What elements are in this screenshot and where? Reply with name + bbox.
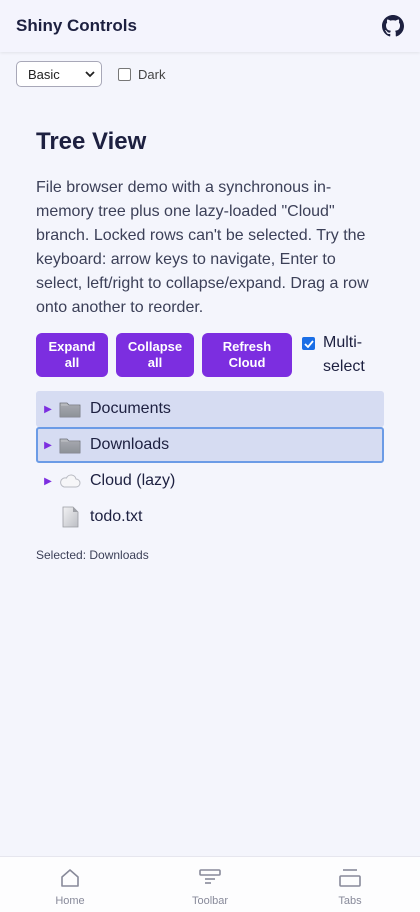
check-icon: [303, 339, 314, 348]
theme-select-value: Basic: [28, 66, 60, 82]
expand-arrow-icon[interactable]: ▶: [38, 404, 58, 415]
chevron-down-icon: [85, 70, 95, 77]
dark-label: Dark: [138, 66, 166, 82]
tree-row-label: Downloads: [90, 436, 170, 453]
nav-tabs-label: Tabs: [338, 895, 362, 907]
bottom-nav: Home Toolbar Tabs: [0, 856, 420, 912]
tree-actions: Expand all Collapse all Refresh Cloud Mu…: [36, 333, 393, 379]
refresh-cloud-button[interactable]: Refresh Cloud: [202, 333, 292, 377]
dark-toggle[interactable]: Dark: [118, 67, 165, 82]
tree-row-documents[interactable]: ▶ Documents: [36, 391, 384, 427]
expand-all-button[interactable]: Expand all: [36, 333, 108, 377]
expand-arrow-icon[interactable]: ▶: [38, 440, 58, 451]
expand-arrow-icon[interactable]: ▶: [38, 476, 58, 487]
app-header: Shiny Controls: [0, 0, 420, 52]
nav-toolbar-label: Toolbar: [191, 895, 229, 907]
page-description: File browser demo with a synchronous in-…: [36, 179, 369, 316]
multi-select-checkbox[interactable]: [302, 337, 315, 350]
multi-select-toggle[interactable]: Multi-select: [302, 333, 393, 379]
tree-row-todo[interactable]: ▶ todo.txt: [36, 499, 384, 535]
tree-view: ▶ Documents ▶ Downloads ▶ Cloud (lazy) ▶…: [36, 391, 384, 535]
page-title: Tree View: [36, 128, 147, 155]
nav-home[interactable]: Home: [0, 857, 140, 912]
tree-row-downloads[interactable]: ▶ Downloads: [36, 427, 384, 463]
nav-tabs[interactable]: Tabs: [280, 857, 420, 912]
main-content: Tree View File browser demo with a synch…: [36, 126, 384, 320]
collapse-all-button[interactable]: Collapse all: [116, 333, 194, 377]
tabs-icon: [339, 867, 361, 889]
theme-controls: Basic Dark: [16, 61, 165, 87]
home-icon: [59, 867, 81, 889]
cloud-icon: [58, 470, 82, 492]
toolbar-icon: [199, 867, 221, 889]
multi-select-label: Multi-select: [323, 334, 365, 375]
github-icon[interactable]: [382, 15, 404, 37]
tree-row-cloud[interactable]: ▶ Cloud (lazy): [36, 463, 384, 499]
selected-status: Selected: Downloads: [36, 548, 149, 562]
app-title: Shiny Controls: [16, 16, 137, 35]
nav-toolbar[interactable]: Toolbar: [140, 857, 280, 912]
folder-icon: [58, 434, 82, 456]
dark-checkbox[interactable]: [118, 67, 131, 81]
tree-row-label: todo.txt: [90, 508, 143, 525]
theme-select[interactable]: Basic: [16, 61, 102, 87]
file-icon: [58, 506, 82, 528]
folder-icon: [58, 398, 82, 420]
tree-row-label: Documents: [90, 400, 171, 417]
tree-row-label: Cloud (lazy): [90, 472, 176, 489]
nav-home-label: Home: [55, 895, 85, 907]
